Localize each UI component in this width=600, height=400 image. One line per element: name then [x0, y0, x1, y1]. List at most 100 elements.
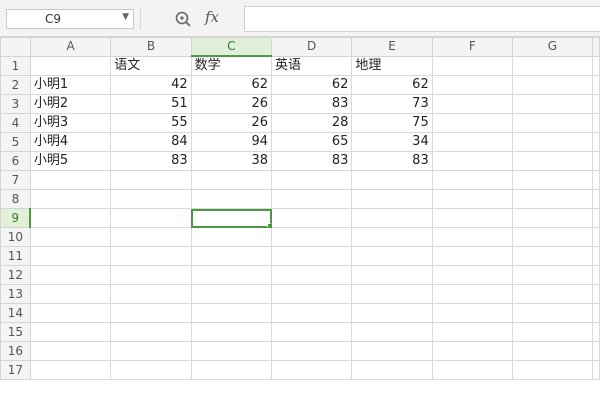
select-all-corner[interactable]	[0, 37, 31, 57]
cell-f15[interactable]	[431, 322, 513, 342]
cell-c14[interactable]	[190, 303, 273, 323]
cell-g4[interactable]	[511, 113, 594, 133]
cell-b12[interactable]	[110, 265, 192, 285]
cell-c1[interactable]: 数学	[190, 55, 273, 76]
cell-e8[interactable]	[351, 189, 433, 209]
cell-next12[interactable]	[592, 265, 600, 285]
column-header-b[interactable]: B	[110, 37, 192, 57]
cell-f4[interactable]	[431, 113, 513, 133]
cell-e7[interactable]	[351, 170, 433, 190]
cell-e14[interactable]	[351, 303, 433, 323]
row-header-13[interactable]: 13	[0, 284, 31, 304]
row-header-15[interactable]: 15	[0, 322, 31, 342]
cell-f14[interactable]	[431, 303, 513, 323]
zoom-icon[interactable]	[174, 10, 192, 28]
cell-c9[interactable]	[190, 208, 273, 228]
cell-c10[interactable]	[190, 227, 273, 247]
cell-d10[interactable]	[270, 227, 353, 247]
cell-f12[interactable]	[431, 265, 513, 285]
cell-b2[interactable]: 42	[110, 75, 192, 95]
cell-e3[interactable]: 73	[351, 94, 433, 114]
cell-g7[interactable]	[511, 170, 594, 190]
cell-d2[interactable]: 62	[270, 75, 353, 95]
row-header-7[interactable]: 7	[0, 170, 31, 190]
column-header-next[interactable]	[592, 37, 600, 57]
cell-f16[interactable]	[431, 341, 513, 361]
cell-a7[interactable]	[29, 170, 112, 190]
cell-c4[interactable]: 26	[190, 113, 273, 133]
column-header-f[interactable]: F	[431, 37, 513, 57]
row-header-16[interactable]: 16	[0, 341, 31, 361]
cell-g14[interactable]	[511, 303, 594, 323]
cell-c16[interactable]	[190, 341, 273, 361]
cell-a4[interactable]: 小明3	[29, 113, 112, 133]
cell-a9[interactable]	[29, 208, 112, 228]
cell-f8[interactable]	[431, 189, 513, 209]
cell-g16[interactable]	[511, 341, 594, 361]
cell-f10[interactable]	[431, 227, 513, 247]
cell-e16[interactable]	[351, 341, 433, 361]
row-header-17[interactable]: 17	[0, 360, 31, 380]
cell-g9[interactable]	[511, 208, 594, 228]
row-header-1[interactable]: 1	[0, 55, 31, 76]
cell-f7[interactable]	[431, 170, 513, 190]
cell-b10[interactable]	[110, 227, 192, 247]
cell-g6[interactable]	[511, 151, 594, 171]
cell-d3[interactable]: 83	[270, 94, 353, 114]
cell-g2[interactable]	[511, 75, 594, 95]
cell-a5[interactable]: 小明4	[29, 132, 112, 152]
cell-c15[interactable]	[190, 322, 273, 342]
cell-next13[interactable]	[592, 284, 600, 304]
cell-b16[interactable]	[110, 341, 192, 361]
cell-c7[interactable]	[190, 170, 273, 190]
cell-g11[interactable]	[511, 246, 594, 266]
cell-next14[interactable]	[592, 303, 600, 323]
cell-a8[interactable]	[29, 189, 112, 209]
column-header-c[interactable]: C	[190, 37, 273, 57]
row-header-8[interactable]: 8	[0, 189, 31, 209]
cell-d1[interactable]: 英语	[270, 55, 353, 76]
row-header-9[interactable]: 9	[0, 208, 32, 228]
cell-a16[interactable]	[29, 341, 112, 361]
cell-c17[interactable]	[190, 360, 273, 380]
cell-f17[interactable]	[431, 360, 513, 380]
cell-c13[interactable]	[190, 284, 273, 304]
cell-d6[interactable]: 83	[270, 151, 353, 171]
cell-c2[interactable]: 62	[190, 75, 273, 95]
cell-a11[interactable]	[29, 246, 112, 266]
cell-f1[interactable]	[431, 55, 513, 76]
cell-a6[interactable]: 小明5	[29, 151, 112, 171]
cell-b17[interactable]	[110, 360, 192, 380]
cell-d12[interactable]	[270, 265, 353, 285]
cell-next11[interactable]	[592, 246, 600, 266]
cell-d13[interactable]	[270, 284, 353, 304]
row-header-6[interactable]: 6	[0, 151, 31, 171]
cell-d16[interactable]	[270, 341, 353, 361]
cell-next9[interactable]	[592, 208, 600, 228]
cell-b11[interactable]	[110, 246, 192, 266]
cell-b15[interactable]	[110, 322, 192, 342]
cell-a10[interactable]	[29, 227, 112, 247]
row-header-5[interactable]: 5	[0, 132, 31, 152]
cell-e1[interactable]: 地理	[351, 55, 433, 76]
cell-b5[interactable]: 84	[110, 132, 192, 152]
cell-a14[interactable]	[29, 303, 112, 323]
chevron-down-icon[interactable]: ▼	[122, 12, 129, 22]
cell-g13[interactable]	[511, 284, 594, 304]
cell-g15[interactable]	[511, 322, 594, 342]
cell-d17[interactable]	[270, 360, 353, 380]
column-header-g[interactable]: G	[511, 37, 594, 57]
column-header-d[interactable]: D	[270, 37, 353, 57]
cell-next4[interactable]	[592, 113, 600, 133]
cell-f5[interactable]	[431, 132, 513, 152]
cell-b3[interactable]: 51	[110, 94, 192, 114]
cell-d7[interactable]	[270, 170, 353, 190]
cell-e5[interactable]: 34	[351, 132, 433, 152]
cell-e10[interactable]	[351, 227, 433, 247]
cell-f6[interactable]	[431, 151, 513, 171]
cell-e6[interactable]: 83	[351, 151, 433, 171]
cell-g8[interactable]	[511, 189, 594, 209]
cell-d8[interactable]	[270, 189, 353, 209]
cell-a13[interactable]	[29, 284, 112, 304]
cell-g17[interactable]	[511, 360, 594, 380]
